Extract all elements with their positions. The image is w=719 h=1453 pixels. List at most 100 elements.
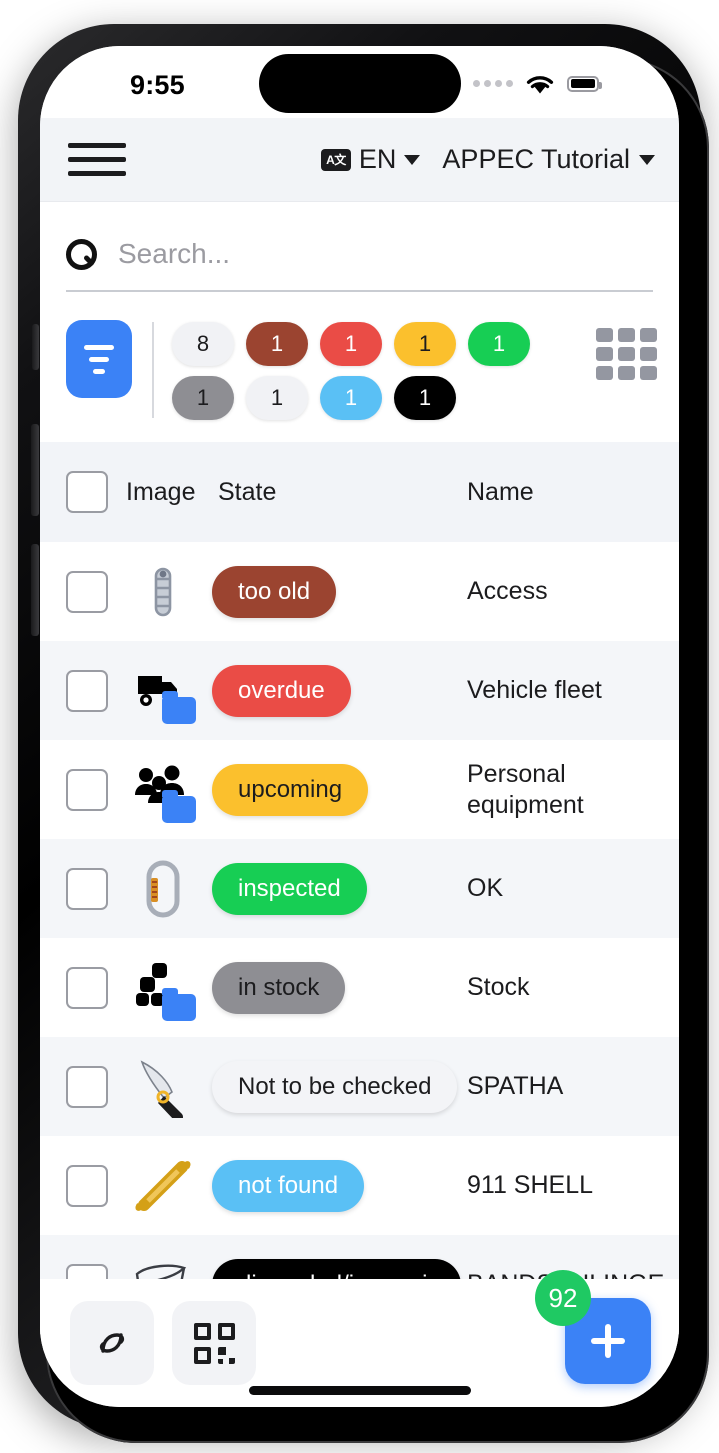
status-badge[interactable]: in stock [212, 961, 346, 1014]
row-checkbox[interactable] [66, 768, 108, 811]
row-name-cell: OK [467, 874, 504, 903]
status-bar-indicators [473, 72, 602, 95]
items-table: Image State Name too old Access overdue Ve… [40, 442, 679, 1334]
project-selector[interactable]: APPEC Tutorial [442, 144, 655, 175]
knife-icon [132, 1056, 194, 1122]
qr-code-scan-icon [193, 1322, 235, 1364]
row-name-cell: SPATHA [467, 1072, 564, 1101]
screenshot-stage: 9:55 A文 EN APPEC Tutorial Search... 8 1 … [0, 0, 719, 1453]
translate-icon: A文 [320, 148, 351, 171]
shell-tool-icon [132, 1155, 194, 1217]
filter-toolbar: 811111111 [40, 292, 679, 442]
status-filter-chips: 811111111 [172, 320, 592, 420]
table-body: too old Access overdue Vehicle fleet upcom… [40, 542, 679, 1334]
qr-scan-button[interactable] [172, 1301, 256, 1385]
row-image-cell [108, 1155, 208, 1217]
table-row[interactable]: upcoming Personal equipment [40, 740, 679, 839]
cellular-dots-icon [473, 80, 513, 87]
chevron-down-icon [639, 154, 655, 165]
filter-chip-all[interactable]: 8 [172, 322, 234, 366]
home-indicator[interactable] [248, 1386, 471, 1395]
row-state-cell: overdue [208, 664, 467, 717]
boxes-folder-icon [132, 957, 196, 1021]
filter-chip-not-found[interactable]: 1 [320, 376, 382, 420]
project-label: APPEC Tutorial [442, 144, 630, 174]
filter-chip-not-to-be-checked[interactable]: 1 [246, 376, 308, 420]
column-header-state: State [218, 477, 277, 506]
toolbar-divider [152, 322, 154, 418]
filter-chip-overdue[interactable]: 1 [320, 322, 382, 366]
table-row[interactable]: not found 911 SHELL [40, 1136, 679, 1235]
table-row[interactable]: too old Access [40, 542, 679, 641]
dynamic-island [258, 54, 461, 113]
row-image-cell [108, 759, 208, 823]
row-state-cell: inspected [208, 862, 467, 915]
filter-chip-too-old[interactable]: 1 [246, 322, 308, 366]
grid-view-icon[interactable] [596, 328, 657, 380]
nfc-icon [99, 1333, 125, 1353]
app-bar: A文 EN APPEC Tutorial [40, 118, 679, 202]
row-checkbox[interactable] [66, 1065, 108, 1108]
table-row[interactable]: overdue Vehicle fleet [40, 641, 679, 740]
filter-chip-upcoming[interactable]: 1 [394, 322, 456, 366]
volume-up-button[interactable] [31, 424, 39, 516]
folder-overlay-icon [162, 690, 196, 724]
status-badge[interactable]: overdue [212, 664, 351, 717]
rope-icon [132, 561, 194, 623]
status-badge[interactable]: Not to be checked [212, 1060, 458, 1113]
status-badge[interactable]: not found [212, 1159, 365, 1212]
phone-screen: 9:55 A文 EN APPEC Tutorial Search... 8 1 … [40, 46, 679, 1407]
language-selector[interactable]: A文 EN [320, 144, 421, 175]
row-checkbox[interactable] [66, 570, 108, 613]
folder-overlay-icon [162, 987, 196, 1021]
row-checkbox[interactable] [66, 669, 108, 712]
row-name-cell: 911 SHELL [467, 1171, 594, 1200]
row-name-cell: Access [467, 577, 548, 606]
row-image-cell [108, 561, 208, 623]
select-all-checkbox[interactable] [66, 471, 108, 513]
filter-chip-discarded[interactable]: 1 [394, 376, 456, 420]
row-name-cell: Personal equipment [467, 760, 584, 819]
item-count-badge: 92 [535, 1270, 591, 1326]
nfc-scan-button[interactable] [70, 1301, 154, 1385]
row-state-cell: in stock [208, 961, 467, 1014]
status-badge[interactable]: too old [212, 565, 337, 618]
truck-folder-icon [132, 660, 196, 724]
status-bar: 9:55 [40, 46, 679, 118]
filter-button[interactable] [66, 320, 132, 398]
row-checkbox[interactable] [66, 966, 108, 1009]
search-section [40, 202, 679, 292]
row-image-cell [108, 858, 208, 920]
battery-full-icon [567, 75, 602, 92]
wifi-icon [526, 76, 554, 94]
hamburger-menu-icon[interactable] [68, 143, 126, 176]
row-name-cell: Stock [467, 973, 530, 1002]
volume-down-button[interactable] [31, 544, 39, 636]
row-state-cell: Not to be checked [208, 1060, 467, 1113]
row-image-cell [108, 957, 208, 1021]
table-row[interactable]: Not to be checked SPATHA [40, 1037, 679, 1136]
filter-chip-inspected[interactable]: 1 [468, 322, 530, 366]
status-bar-time: 9:55 [130, 70, 185, 100]
carabiner-icon [132, 858, 194, 920]
row-image-cell [108, 1056, 208, 1122]
language-label: EN [358, 144, 397, 174]
filter-chip-in-stock[interactable]: 1 [172, 376, 234, 420]
column-header-image: Image [126, 477, 196, 506]
status-badge[interactable]: inspected [212, 862, 367, 915]
folder-overlay-icon [162, 789, 196, 823]
people-folder-icon [132, 759, 196, 823]
row-checkbox[interactable] [66, 1164, 108, 1207]
chevron-down-icon [404, 154, 421, 165]
column-header-name: Name [467, 477, 534, 506]
search-icon [66, 239, 97, 270]
row-state-cell: too old [208, 565, 467, 618]
row-checkbox[interactable] [66, 867, 108, 910]
search-input[interactable] [118, 238, 653, 270]
table-row[interactable]: inspected OK [40, 839, 679, 938]
mute-switch[interactable] [32, 324, 39, 370]
status-badge[interactable]: upcoming [212, 763, 369, 816]
row-name-cell: Vehicle fleet [467, 676, 602, 705]
table-row[interactable]: in stock Stock [40, 938, 679, 1037]
row-state-cell: upcoming [208, 763, 467, 816]
